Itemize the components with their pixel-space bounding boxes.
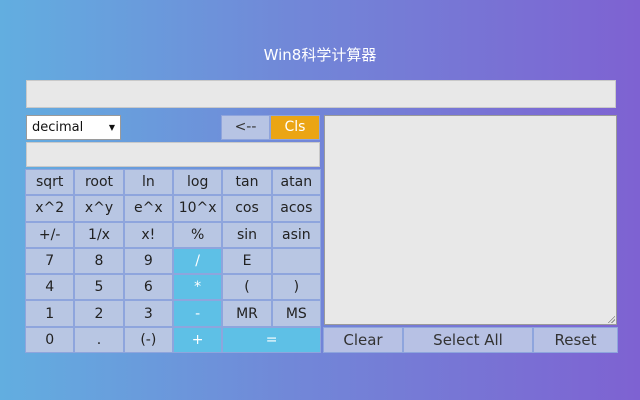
key-asin[interactable]: asin: [271, 221, 321, 248]
key-close-paren[interactable]: ): [271, 274, 321, 301]
history-select-all-button[interactable]: Select All: [403, 327, 533, 353]
key-equals[interactable]: =: [222, 326, 321, 353]
key-0[interactable]: 0: [25, 326, 75, 353]
key-memory-store[interactable]: MS: [271, 300, 321, 327]
key-9[interactable]: 9: [123, 247, 173, 275]
keypad: sqrt root ln log tan atan x^2 x^y e^x 10…: [25, 169, 321, 353]
key-log[interactable]: log: [172, 169, 223, 196]
sub-display[interactable]: [26, 142, 320, 167]
key-add[interactable]: +: [172, 326, 223, 353]
key-divide[interactable]: /: [172, 247, 223, 275]
key-ten-power[interactable]: 10^x: [172, 195, 223, 222]
key-ln[interactable]: ln: [123, 169, 173, 196]
app-title: Win8科学计算器: [263, 46, 377, 64]
key-blank[interactable]: [271, 247, 321, 275]
key-exponent-e[interactable]: E: [222, 247, 272, 275]
key-reciprocal[interactable]: 1/x: [74, 221, 124, 248]
key-cos[interactable]: cos: [222, 195, 272, 222]
clear-screen-button[interactable]: Cls: [270, 115, 320, 140]
number-mode-value: decimal: [32, 120, 84, 135]
key-multiply[interactable]: *: [172, 274, 223, 301]
history-textarea[interactable]: [324, 115, 617, 325]
history-reset-button[interactable]: Reset: [533, 327, 618, 353]
key-memory-recall[interactable]: MR: [222, 300, 272, 327]
backspace-button[interactable]: <--: [221, 115, 270, 140]
key-2[interactable]: 2: [74, 300, 124, 327]
key-power[interactable]: x^y: [74, 195, 124, 222]
number-mode-select[interactable]: decimal ▼: [26, 115, 121, 140]
key-open-paren[interactable]: (: [222, 274, 272, 301]
resize-grip-icon[interactable]: [607, 315, 615, 323]
key-negative-sign[interactable]: (-): [123, 326, 173, 353]
main-display[interactable]: [26, 80, 616, 108]
history-clear-button[interactable]: Clear: [323, 327, 403, 353]
key-root[interactable]: root: [74, 169, 124, 196]
dropdown-arrow-icon: ▼: [108, 123, 115, 132]
key-negate[interactable]: +/-: [25, 221, 75, 248]
key-3[interactable]: 3: [123, 300, 173, 327]
key-atan[interactable]: atan: [271, 169, 321, 196]
key-subtract[interactable]: -: [172, 300, 223, 327]
key-decimal-point[interactable]: .: [74, 326, 124, 353]
key-factorial[interactable]: x!: [123, 221, 173, 248]
key-5[interactable]: 5: [74, 274, 124, 301]
key-4[interactable]: 4: [25, 274, 75, 301]
key-sin[interactable]: sin: [222, 221, 272, 248]
key-square[interactable]: x^2: [25, 195, 75, 222]
key-tan[interactable]: tan: [222, 169, 272, 196]
key-percent[interactable]: %: [172, 221, 223, 248]
key-8[interactable]: 8: [74, 247, 124, 275]
key-sqrt[interactable]: sqrt: [25, 169, 75, 196]
key-1[interactable]: 1: [25, 300, 75, 327]
key-acos[interactable]: acos: [271, 195, 321, 222]
key-6[interactable]: 6: [123, 274, 173, 301]
key-exp[interactable]: e^x: [123, 195, 173, 222]
key-7[interactable]: 7: [25, 247, 75, 275]
